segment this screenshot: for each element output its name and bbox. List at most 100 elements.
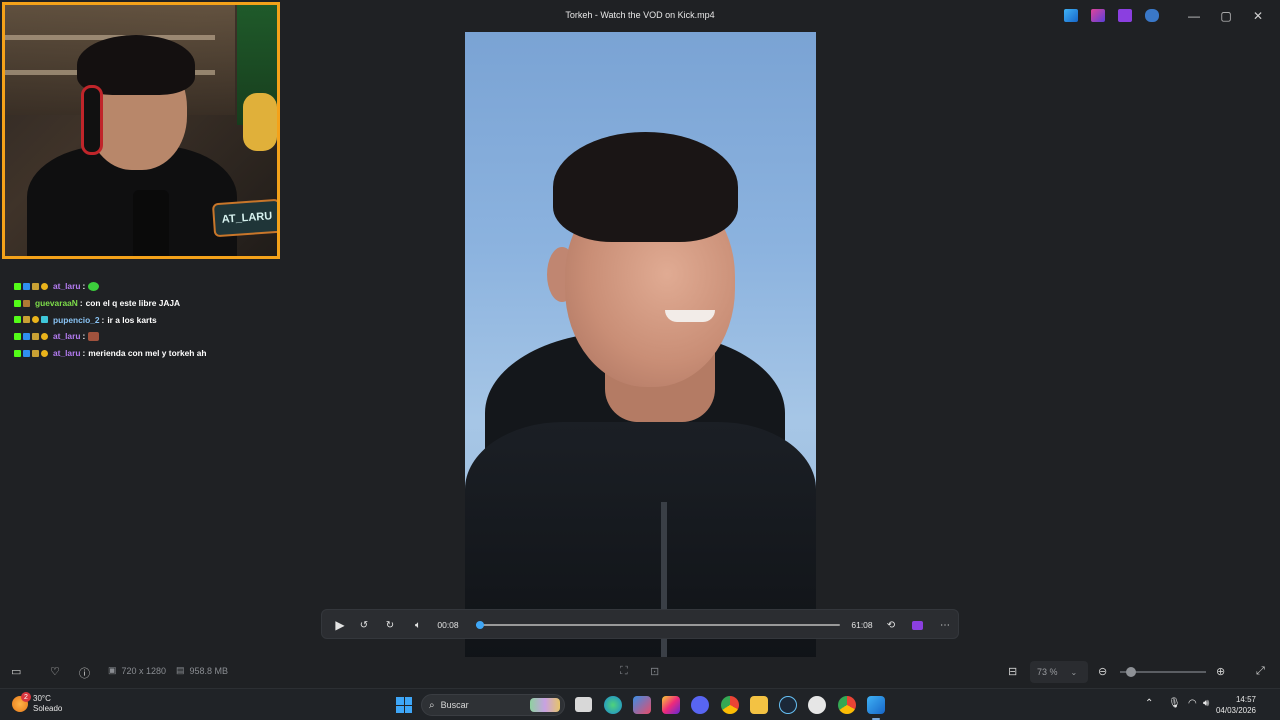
fullscreen-icon[interactable]: ⤢ [1256, 665, 1265, 678]
weather-text: 30°C Soleado [33, 694, 62, 714]
video-frame[interactable] [465, 32, 816, 657]
windows-start-icon[interactable] [396, 697, 412, 713]
zoom-value: 73 % [1037, 667, 1058, 677]
verified-badge-icon [41, 316, 48, 324]
seek-thumb[interactable] [475, 621, 484, 629]
volume-icon[interactable]: 🔈︎ [406, 610, 430, 640]
gift-badge-icon [32, 316, 39, 324]
kick-badge-icon [14, 316, 21, 324]
chrome-profile-icon[interactable] [838, 696, 856, 714]
copilot-icon[interactable] [1091, 9, 1105, 22]
search-placeholder: Buscar [440, 700, 469, 710]
clipchamp-edit-button[interactable] [906, 610, 928, 640]
chat-username: at_laru [53, 331, 81, 342]
zoom-in-icon[interactable]: ⊕ [1216, 665, 1225, 678]
chat-username: at_laru [53, 348, 81, 359]
weather-temp: 30°C [33, 694, 51, 703]
search-highlight-art [530, 698, 560, 712]
photos-taskbar-icon[interactable] [867, 696, 885, 714]
rewind-10-icon[interactable]: ↺ [352, 610, 376, 640]
chat-separator: : [82, 331, 86, 342]
chevron-up-icon[interactable]: ⌃ [1145, 698, 1153, 709]
file-size-icon: ▤ [176, 665, 185, 675]
search-icon: ⌕ [429, 699, 435, 711]
favorite-icon[interactable]: ♡ [50, 665, 60, 678]
kick-badge-icon [14, 349, 21, 357]
chevron-down-icon: ⌄ [1070, 667, 1078, 677]
status-bar: ▭ ♡ ⓘ ▣ 720 x 1280 ▤ 958.8 MB ⛶ ⊡ ⊟ 73 %… [0, 657, 1280, 687]
microphone-icon[interactable]: 🎙︎ [1168, 698, 1181, 709]
gift-badge-icon [41, 332, 48, 340]
chat-separator: : [82, 281, 86, 292]
zoom-slider[interactable] [1120, 667, 1206, 677]
repeat-off-icon[interactable]: ⟲ [880, 610, 902, 640]
fit-window-icon[interactable]: ⛶ [620, 665, 628, 678]
store-icon[interactable] [633, 696, 651, 714]
info-icon[interactable]: ⓘ [79, 665, 90, 681]
current-time: 00:08 [437, 620, 459, 630]
snapshot-icon[interactable]: ⊟ [1008, 665, 1017, 678]
chat-overlay: at_laru : guevaraaN : con el q este libr… [14, 278, 314, 361]
photos-app-icon[interactable] [1064, 9, 1078, 22]
webcam-overlay: AT_LARU [2, 2, 280, 259]
instagram-icon[interactable] [662, 696, 680, 714]
onedrive-icon[interactable] [1145, 9, 1159, 22]
headset [81, 85, 103, 155]
windows-taskbar: 2 30°C Soleado ⌕ Buscar ⌃ 🎙︎ ◠ 🔊︎ 14:57 … [0, 688, 1280, 720]
clock-date: 04/03/2026 [1215, 706, 1256, 715]
filmstrip-icon[interactable]: ▭ [11, 665, 21, 678]
minimize-button[interactable]: — [1178, 6, 1210, 26]
zoom-out-icon[interactable]: ⊖ [1098, 665, 1107, 678]
file-explorer-icon[interactable] [750, 696, 768, 714]
chat-separator: : [79, 298, 83, 309]
edge-icon[interactable] [604, 696, 622, 714]
obs-icon[interactable] [808, 696, 826, 714]
smile [665, 310, 715, 322]
maximize-button[interactable]: ▢ [1210, 6, 1242, 26]
clipchamp-icon[interactable] [1118, 9, 1132, 22]
chat-message: pupencio_2 : ir a los karts [14, 311, 314, 328]
task-view-icon[interactable] [575, 697, 592, 712]
wifi-icon[interactable]: ◠ [1188, 698, 1197, 709]
more-options-icon[interactable]: ⋯ [934, 610, 956, 640]
actual-size-icon[interactable]: ⊡ [650, 665, 659, 678]
chat-username: pupencio_2 [53, 314, 100, 325]
chrome-icon[interactable] [721, 696, 739, 714]
forward-30-icon[interactable]: ↻ [378, 610, 402, 640]
brown-emote-icon [88, 331, 100, 341]
close-button[interactable]: ✕ [1242, 6, 1274, 26]
microphone [133, 190, 169, 256]
streamer-badge: AT_LARU [211, 198, 277, 238]
system-clock[interactable]: 14:57 04/03/2026 [1216, 694, 1256, 716]
sub-badge-icon [32, 282, 39, 290]
taskbar-search[interactable]: ⌕ Buscar [421, 694, 565, 716]
resolution-info: ▣ 720 x 1280 [108, 665, 166, 676]
chat-message: at_laru : merienda con mel y torkeh ah [14, 345, 314, 362]
steam-icon[interactable] [779, 696, 797, 714]
sub-badge-icon [23, 299, 30, 307]
kick-badge-icon [14, 332, 21, 340]
chat-separator: : [101, 314, 105, 325]
zoom-select[interactable]: 73 % ⌄ [1030, 661, 1088, 683]
zoom-slider-thumb[interactable] [1126, 667, 1136, 677]
chat-text: ir a los karts [107, 314, 157, 325]
speaker-icon[interactable]: 🔊︎ [1203, 698, 1209, 709]
clock-time: 14:57 [1235, 695, 1256, 704]
chat-username: at_laru [53, 281, 81, 292]
window-controls: — ▢ ✕ [1178, 6, 1274, 26]
total-time: 61:08 [851, 620, 873, 630]
gift-badge-icon [41, 282, 48, 290]
discord-icon[interactable] [691, 696, 709, 714]
weather-widget[interactable]: 2 30°C Soleado [12, 692, 62, 714]
seek-bar[interactable] [475, 621, 840, 629]
moderator-badge-icon [23, 349, 30, 357]
file-size-info: ▤ 958.8 MB [176, 665, 228, 676]
chat-message: guevaraaN : con el q este libre JAJA [14, 295, 314, 312]
chat-text: con el q este libre JAJA [85, 298, 181, 309]
file-size-text: 958.8 MB [189, 665, 229, 676]
titlebar-app-icons [1064, 9, 1159, 22]
chat-text: merienda con mel y torkeh ah [88, 348, 207, 359]
figurine [243, 93, 277, 151]
resolution-text: 720 x 1280 [121, 665, 167, 676]
play-button[interactable]: ▶ [328, 610, 352, 640]
